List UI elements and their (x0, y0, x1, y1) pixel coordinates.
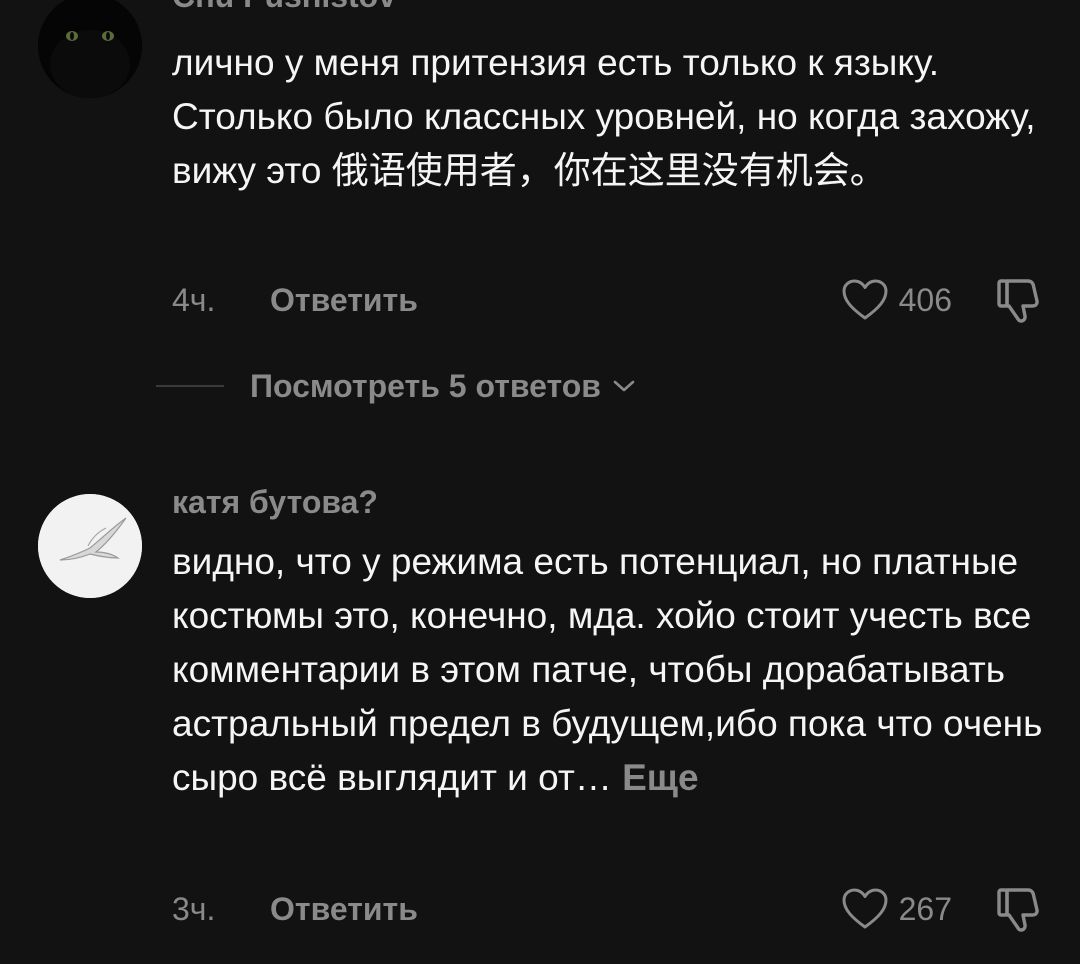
comment-username[interactable]: Chu Pushistov (172, 0, 396, 15)
comment-actions: 3ч. Ответить 267 (172, 884, 1052, 934)
avatar[interactable] (38, 0, 142, 98)
comments-screen: Chu Pushistov лично у меня притензия ест… (0, 0, 1080, 964)
replies-divider (156, 385, 224, 387)
thumbs-down-icon (997, 888, 1039, 932)
comment-actions: 4ч. Ответить 406 (172, 275, 1052, 325)
comment-timestamp: 4ч. (172, 281, 216, 318)
chevron-down-icon (613, 380, 635, 392)
dislike-button[interactable] (994, 275, 1044, 325)
like-button[interactable]: 267 (841, 887, 952, 931)
reply-button[interactable]: Ответить (270, 891, 418, 928)
seagull-avatar-icon (38, 494, 142, 598)
comment-timestamp: 3ч. (172, 890, 216, 927)
like-count: 406 (898, 281, 952, 318)
like-button[interactable]: 406 (841, 278, 952, 322)
view-replies-button[interactable]: Посмотреть 5 ответов (156, 362, 637, 410)
black-cat-avatar-icon (38, 0, 142, 98)
heart-icon (842, 888, 888, 929)
comment-body: видно, что у режима есть потенциал, но п… (172, 541, 1043, 798)
like-count: 267 (898, 890, 952, 927)
comment-text: видно, что у режима есть потенциал, но п… (172, 535, 1052, 805)
heart-icon (842, 279, 888, 320)
avatar[interactable] (38, 494, 142, 598)
comment-username[interactable]: катя бутова? (172, 484, 378, 521)
thumbs-down-icon (997, 279, 1039, 323)
reply-button[interactable]: Ответить (270, 282, 418, 319)
comment-text: лично у меня притензия есть только к язы… (172, 42, 1036, 191)
show-more-link[interactable]: Еще (622, 757, 698, 798)
view-replies-label: Посмотреть 5 ответов (250, 367, 601, 404)
dislike-button[interactable] (994, 884, 1044, 934)
